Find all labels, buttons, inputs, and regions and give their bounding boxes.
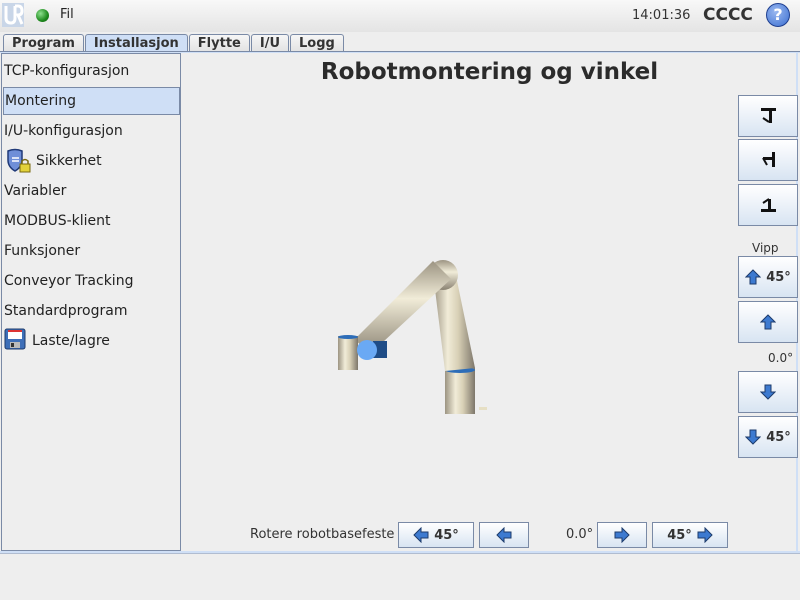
arrow-right-icon xyxy=(614,527,630,543)
arrow-left-icon xyxy=(413,527,429,543)
installation-sidebar: TCP-konfigurasjon Montering I/U-konfigur… xyxy=(1,53,181,551)
sidebar-item-tcp[interactable]: TCP-konfigurasjon xyxy=(3,57,180,85)
robot-name: CCCC xyxy=(703,5,753,25)
ceiling-mount-icon xyxy=(761,108,776,123)
floppy-disk-icon xyxy=(4,328,28,354)
arrow-right-icon xyxy=(697,527,713,543)
mounting-panel: Robotmontering og vinkel xyxy=(181,53,798,551)
sidebar-item-label: Funksjoner xyxy=(4,243,81,259)
rotate-label: Rotere robotbasefeste xyxy=(250,527,395,542)
arrow-left-icon xyxy=(496,527,512,543)
file-menu[interactable]: Fil xyxy=(60,7,74,22)
tilt-value: 0.0° xyxy=(768,351,794,365)
sidebar-item-io-config[interactable]: I/U-konfigurasjon xyxy=(3,117,180,145)
top-bar: Fil 14:01:36 CCCC ? xyxy=(0,0,800,32)
tab-io[interactable]: I/U xyxy=(250,34,290,52)
shield-lock-icon xyxy=(4,148,32,174)
rotate-left-button[interactable] xyxy=(479,522,529,548)
sidebar-item-sikkerhet[interactable]: Sikkerhet xyxy=(3,147,180,175)
rotate-left-45-label: 45° xyxy=(434,527,459,543)
arrow-up-icon xyxy=(760,314,776,330)
sidebar-item-variabler[interactable]: Variabler xyxy=(3,177,180,205)
sidebar-item-label: Variabler xyxy=(4,183,67,199)
rotate-left-45-button[interactable]: 45° xyxy=(398,522,474,548)
tilt-up-45-button[interactable]: 45° xyxy=(738,256,798,298)
tilt-up-button[interactable] xyxy=(738,301,798,343)
tab-flytte[interactable]: Flytte xyxy=(188,34,250,52)
sidebar-item-label: Sikkerhet xyxy=(36,153,102,169)
ceiling-mount-button[interactable] xyxy=(738,95,798,137)
sidebar-item-label: MODBUS-klient xyxy=(4,213,111,229)
tilt-down-button[interactable] xyxy=(738,371,798,413)
ur-logo-icon xyxy=(2,3,24,27)
tilt-label: Vipp xyxy=(752,241,779,255)
rotate-right-45-label: 45° xyxy=(667,527,692,543)
arrow-up-icon xyxy=(745,269,762,285)
sidebar-item-montering[interactable]: Montering xyxy=(3,87,180,115)
sidebar-item-modbus[interactable]: MODBUS-klient xyxy=(3,207,180,235)
sidebar-item-label: Montering xyxy=(5,93,77,109)
tab-logg[interactable]: Logg xyxy=(290,34,344,52)
wall-mount-button[interactable] xyxy=(738,139,798,181)
tilt-down-45-label: 45° xyxy=(766,429,791,445)
clock: 14:01:36 xyxy=(632,8,691,23)
page-title: Robotmontering og vinkel xyxy=(320,59,659,85)
robot-wrist xyxy=(338,336,358,370)
arrow-down-icon xyxy=(745,429,762,445)
rotate-right-button[interactable] xyxy=(597,522,647,548)
rotate-value: 0.0° xyxy=(566,527,594,542)
robot-base xyxy=(445,368,475,414)
wall-mount-icon xyxy=(762,152,775,167)
sidebar-item-label: TCP-konfigurasjon xyxy=(4,63,130,79)
floor-mount-button[interactable] xyxy=(738,184,798,226)
sidebar-item-standardprogram[interactable]: Standardprogram xyxy=(3,297,180,325)
sidebar-item-label: Laste/lagre xyxy=(32,333,110,349)
arrow-down-icon xyxy=(760,384,776,400)
floor-mount-icon xyxy=(761,198,776,212)
robot-tool-flange xyxy=(357,340,377,360)
robot-status-icon[interactable] xyxy=(36,9,49,22)
main-tabs: Program Installasjon Flytte I/U Logg xyxy=(3,34,345,52)
rotate-right-45-button[interactable]: 45° xyxy=(652,522,728,548)
sidebar-item-funksjoner[interactable]: Funksjoner xyxy=(3,237,180,265)
bottom-divider xyxy=(0,551,800,554)
sidebar-item-label: Conveyor Tracking xyxy=(4,273,134,289)
help-button[interactable]: ? xyxy=(766,3,790,27)
sidebar-item-laste-lagre[interactable]: Laste/lagre xyxy=(3,327,180,355)
sidebar-item-conveyor[interactable]: Conveyor Tracking xyxy=(3,267,180,295)
robot-3d-view[interactable] xyxy=(183,93,736,516)
tab-program[interactable]: Program xyxy=(3,34,84,52)
sidebar-item-label: I/U-konfigurasjon xyxy=(4,123,123,139)
sidebar-item-label: Standardprogram xyxy=(4,303,128,319)
tilt-down-45-button[interactable]: 45° xyxy=(738,416,798,458)
tilt-up-45-label: 45° xyxy=(766,269,791,285)
tab-installasjon[interactable]: Installasjon xyxy=(84,34,188,52)
